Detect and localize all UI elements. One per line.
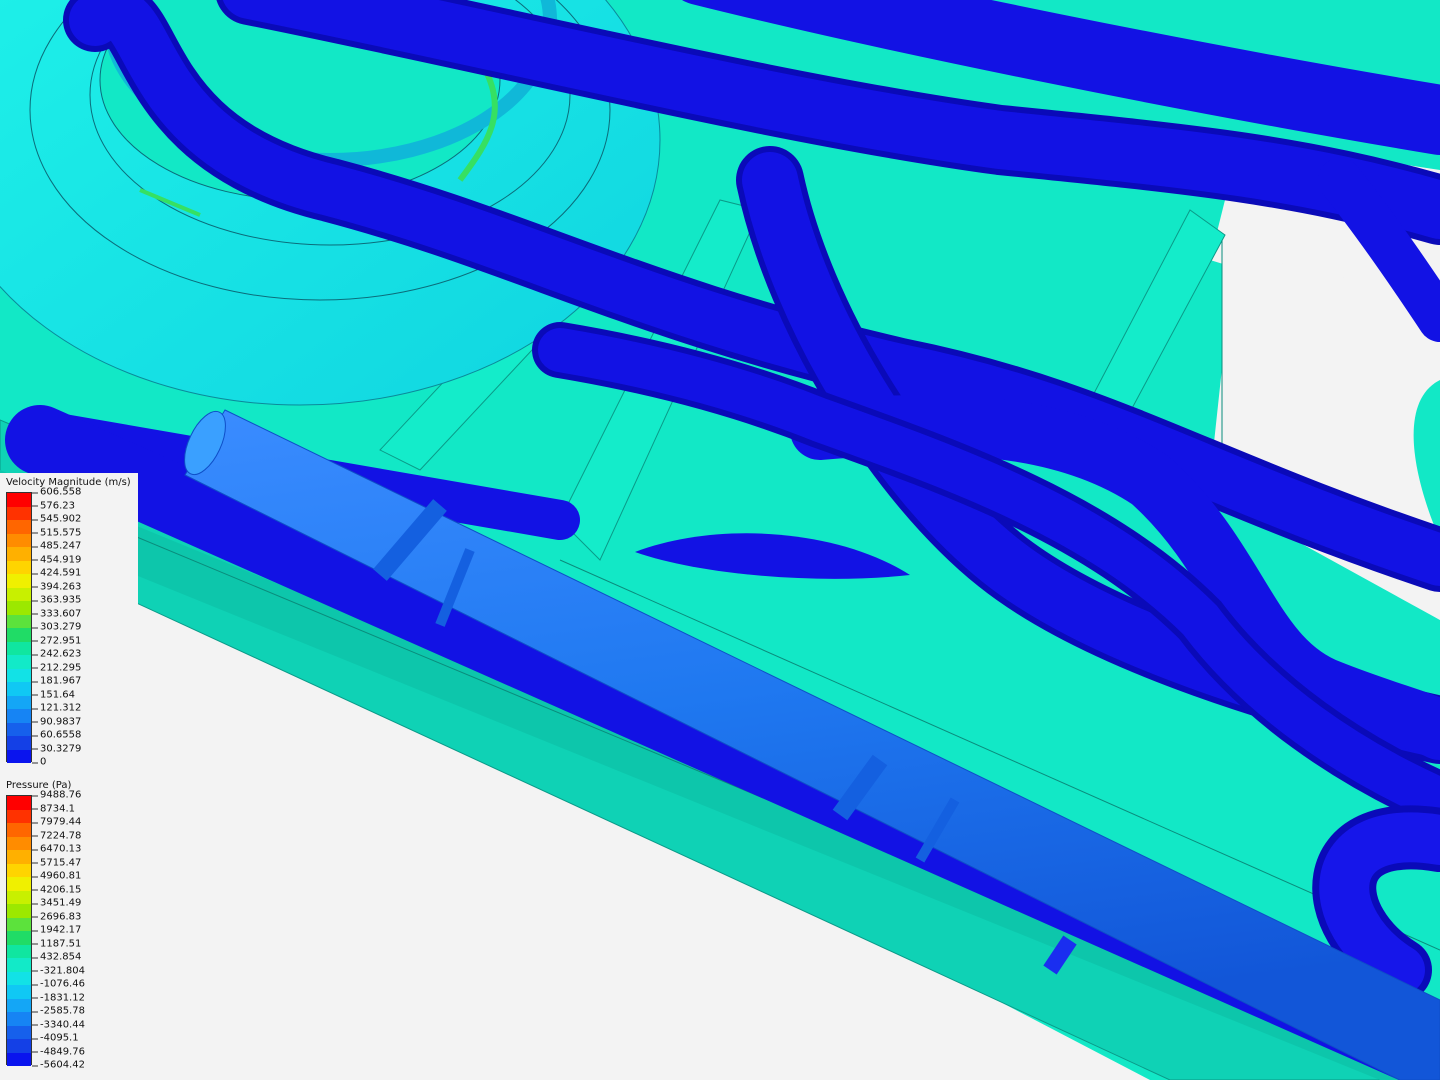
- velocity-tick-label: 363.935: [31, 594, 82, 606]
- velocity-colorbar: [6, 492, 32, 763]
- pressure-swatch: [7, 931, 31, 945]
- pressure-swatch: [7, 971, 31, 985]
- velocity-tick-label: 121.312: [31, 702, 82, 714]
- velocity-swatch: [7, 574, 31, 588]
- pressure-swatch: [7, 1025, 31, 1039]
- velocity-tick-label: 90.9837: [31, 716, 82, 727]
- pressure-swatch: [7, 836, 31, 850]
- velocity-swatch: [7, 614, 31, 628]
- pressure-tick-label: -5604.42: [32, 1059, 85, 1071]
- pressure-tick-label: 7979.44: [31, 816, 82, 828]
- velocity-swatch: [7, 682, 31, 696]
- velocity-tick-label: 212.295: [31, 662, 82, 673]
- velocity-swatch: [7, 587, 31, 601]
- velocity-tick-label: 454.919: [31, 554, 82, 565]
- velocity-tick-label: 151.64: [32, 689, 75, 700]
- velocity-swatch: [7, 641, 31, 655]
- pressure-swatch: [7, 823, 31, 837]
- pressure-tick-label: -4095.1: [32, 1032, 79, 1044]
- pressure-tick-label: -3340.44: [32, 1019, 85, 1030]
- velocity-swatch: [7, 736, 31, 750]
- pressure-swatch: [7, 904, 31, 918]
- velocity-tick-label: 424.591: [31, 567, 82, 579]
- pressure-tick-label: -4849.76: [32, 1046, 85, 1057]
- pressure-swatch: [7, 1039, 31, 1053]
- velocity-swatch: [7, 493, 31, 507]
- pressure-swatch: [7, 1012, 31, 1026]
- pressure-tick-label: 8734.1: [32, 803, 75, 814]
- velocity-swatch: [7, 520, 31, 534]
- pressure-tick-label: 6470.13: [31, 843, 82, 855]
- velocity-tick-label: 333.607: [31, 608, 82, 619]
- velocity-legend: Velocity Magnitude (m/s) 606.558 576.23 54…: [6, 476, 131, 768]
- pressure-tick-label: 1942.17: [31, 924, 82, 936]
- velocity-swatch: [7, 506, 31, 520]
- pressure-tick-label: 9488.76: [31, 789, 82, 801]
- pressure-tick-label: 4206.15: [31, 884, 82, 895]
- pressure-swatch: [7, 985, 31, 999]
- pressure-tick-label: 4960.81: [31, 870, 82, 882]
- pressure-tick-label: -1076.46: [32, 978, 85, 990]
- pressure-tick-label: 3451.49: [31, 897, 82, 909]
- velocity-tick-label: 576.23: [32, 500, 75, 511]
- pressure-swatch: [7, 796, 31, 810]
- velocity-swatch: [7, 722, 31, 736]
- velocity-tick-label: 0: [31, 756, 47, 768]
- velocity-tick-label: 181.967: [31, 675, 82, 687]
- velocity-tick-label: 272.951: [31, 635, 82, 646]
- velocity-swatch: [7, 668, 31, 682]
- velocity-swatch: [7, 601, 31, 615]
- pressure-swatch: [7, 944, 31, 958]
- velocity-swatch: [7, 709, 31, 723]
- pressure-tick-label: -321.804: [32, 965, 85, 976]
- velocity-tick-label: 606.558: [31, 486, 82, 498]
- pressure-tick-label: -1831.12: [32, 992, 85, 1003]
- velocity-tick-label: 485.247: [31, 540, 82, 552]
- pressure-swatch: [7, 877, 31, 891]
- pressure-tick-label: 432.854: [31, 951, 82, 963]
- pressure-swatch: [7, 809, 31, 823]
- pressure-swatch: [7, 917, 31, 931]
- pressure-tick-label: -2585.78: [32, 1005, 85, 1017]
- pressure-swatch: [7, 998, 31, 1012]
- velocity-legend-body: 606.558 576.23 545.902 515.575 485.247 454.91…: [6, 487, 131, 768]
- velocity-tick-label: 60.6558: [31, 729, 82, 741]
- pressure-tick-label: 1187.51: [31, 938, 82, 949]
- velocity-swatch: [7, 695, 31, 709]
- simulation-viewport[interactable]: [0, 0, 1440, 1080]
- velocity-tick-label: 394.263: [31, 581, 82, 592]
- pressure-tick-label: 2696.83: [31, 911, 82, 922]
- pressure-tick-label: 7224.78: [31, 830, 82, 841]
- velocity-swatch: [7, 655, 31, 669]
- pressure-swatch: [7, 850, 31, 864]
- velocity-swatch: [7, 547, 31, 561]
- pressure-legend: Pressure (Pa) 9488.76 8734.1 7979.44 7224.7…: [6, 779, 85, 1071]
- velocity-tick-label: 545.902: [31, 513, 82, 525]
- pressure-swatch: [7, 958, 31, 972]
- velocity-tick-label: 242.623: [31, 648, 82, 660]
- pressure-legend-body: 9488.76 8734.1 7979.44 7224.78 6470.13 5715.4…: [6, 790, 85, 1071]
- pressure-tick-label: 5715.47: [31, 857, 82, 868]
- pressure-swatch: [7, 890, 31, 904]
- pressure-colorbar: [6, 795, 32, 1066]
- velocity-swatch: [7, 560, 31, 574]
- pressure-swatch: [7, 1052, 31, 1066]
- pressure-swatch: [7, 863, 31, 877]
- velocity-swatch: [7, 533, 31, 547]
- velocity-tick-label: 515.575: [31, 527, 82, 538]
- velocity-tick-label: 30.3279: [31, 743, 82, 754]
- velocity-swatch: [7, 749, 31, 763]
- velocity-swatch: [7, 628, 31, 642]
- velocity-tick-label: 303.279: [31, 621, 82, 633]
